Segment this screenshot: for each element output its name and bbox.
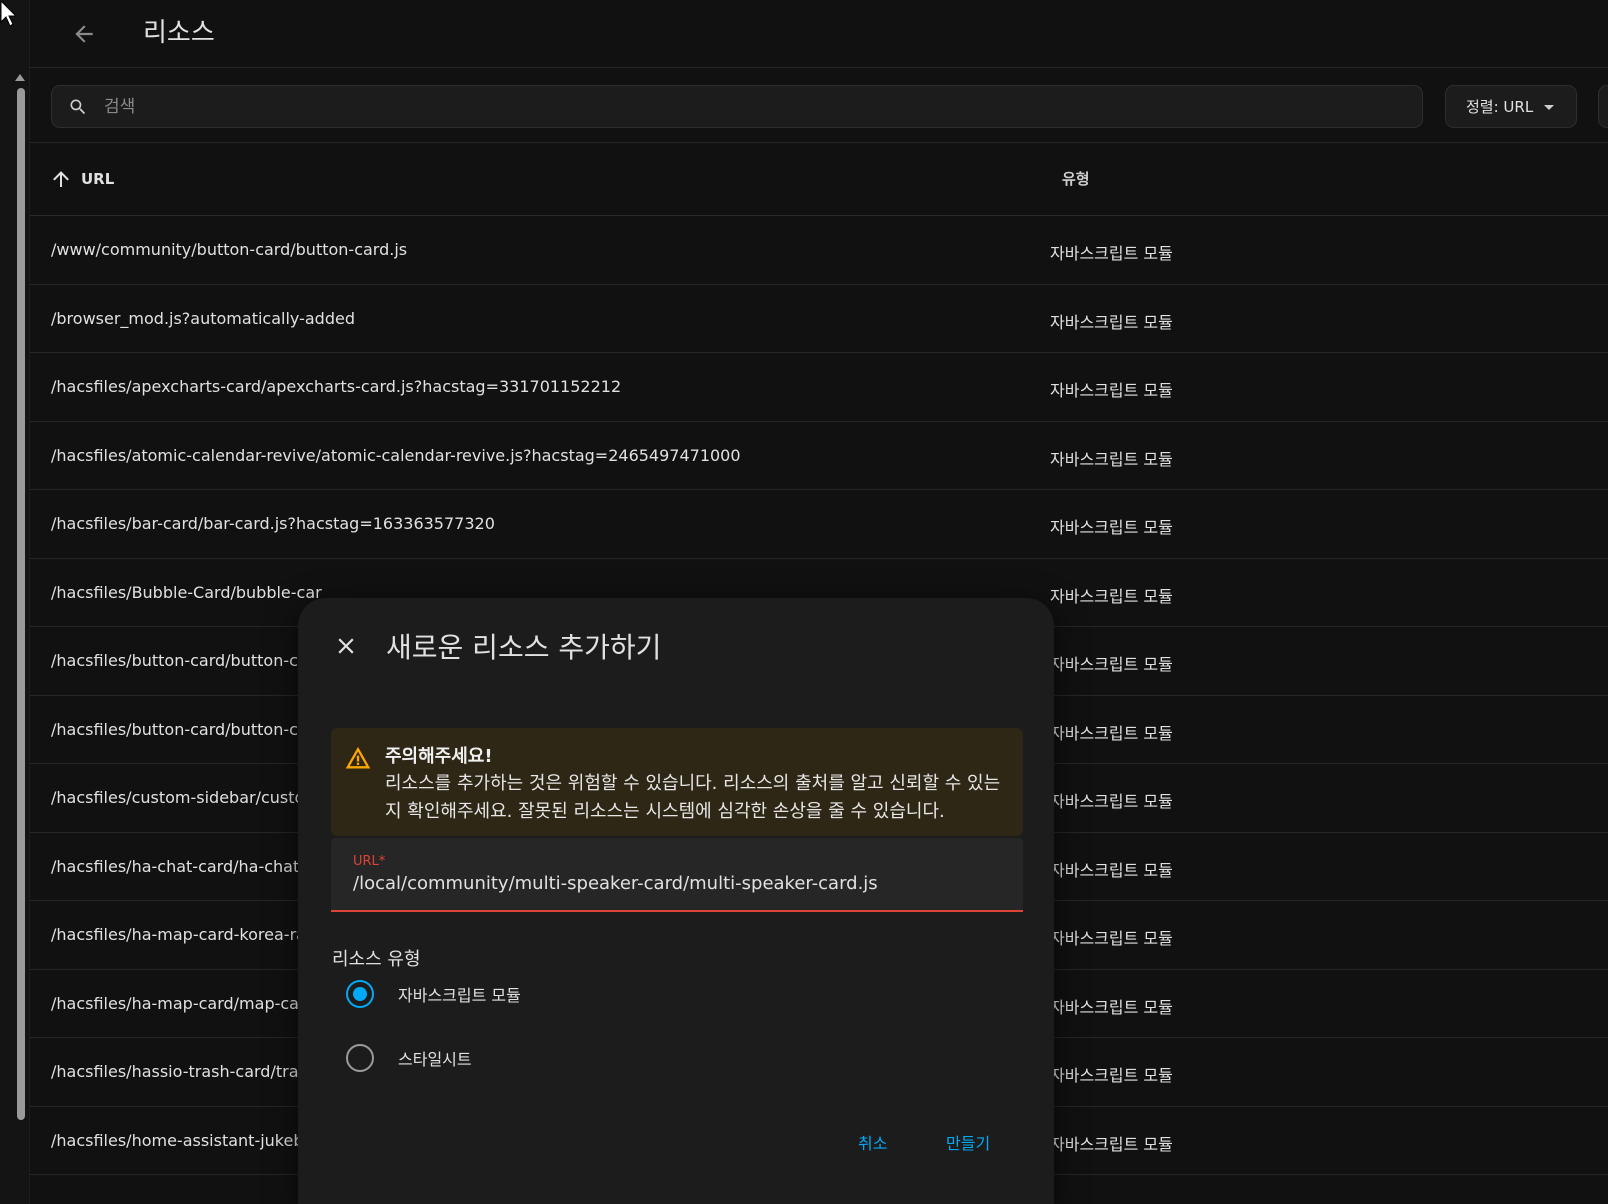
radio-checked-icon[interactable] bbox=[346, 980, 374, 1008]
mouse-cursor-icon bbox=[0, 0, 18, 27]
cell-type: 자바스크립트 모듈 bbox=[1050, 244, 1173, 263]
cell-type: 자바스크립트 모듈 bbox=[1050, 929, 1173, 948]
cell-type: 자바스크립트 모듈 bbox=[1050, 1134, 1173, 1154]
warning-alert: 주의해주세요! 리소스를 추가하는 것은 위험할 수 있습니다. 리소스의 출처… bbox=[331, 728, 1023, 836]
cell-type: 자바스크립트 모듈 bbox=[1050, 655, 1173, 674]
page-title: 리소스 bbox=[143, 18, 215, 48]
cell-type: 자바스크립트 모듈 bbox=[1050, 997, 1173, 1017]
app-window: { "header": { "title": "리소스" }, "search"… bbox=[0, 0, 1608, 1204]
cell-type: 자바스크립트 모듈 bbox=[1050, 518, 1173, 537]
top-app-bar: 리소스 bbox=[30, 0, 1608, 68]
alert-title: 주의해주세요! bbox=[385, 746, 493, 767]
scroll-up-arrow-icon[interactable] bbox=[15, 74, 25, 81]
sort-label: 정렬: URL bbox=[1466, 98, 1534, 116]
radio-unchecked-icon[interactable] bbox=[346, 1044, 374, 1072]
add-resource-dialog: 새로운 리소스 추가하기 주의해주세요! 리소스를 추가하는 것은 위험할 수 … bbox=[298, 598, 1054, 1204]
cell-url: /hacsfiles/custom-sidebar/custo bbox=[51, 788, 305, 807]
cell-type: 자바스크립트 모듈 bbox=[1050, 792, 1173, 811]
filter-bar: 정렬: URL bbox=[30, 69, 1608, 143]
cell-type: 자바스크립트 모듈 bbox=[1050, 312, 1173, 332]
sort-dropdown-button[interactable]: 정렬: URL bbox=[1445, 85, 1577, 128]
cell-url: /browser_mod.js?automatically-added bbox=[51, 308, 355, 328]
cell-type: 자바스크립트 모듈 bbox=[1050, 1066, 1173, 1085]
cell-url: /hacsfiles/ha-map-card/map-car bbox=[51, 993, 306, 1013]
cell-type: 자바스크립트 모듈 bbox=[1050, 586, 1173, 606]
column-header-type[interactable]: 유형 bbox=[1062, 168, 1090, 189]
url-input[interactable] bbox=[353, 873, 1013, 894]
create-button[interactable]: 만들기 bbox=[946, 1130, 990, 1154]
table-row[interactable]: /browser_mod.js?automatically-added 자바스크립… bbox=[30, 285, 1608, 353]
url-field-label: URL* bbox=[353, 854, 386, 869]
caret-down-icon bbox=[1544, 105, 1554, 110]
arrow-left-icon bbox=[75, 25, 93, 43]
back-button[interactable] bbox=[64, 14, 104, 54]
cell-url: /hacsfiles/ha-map-card-korea-rac bbox=[51, 925, 315, 944]
alert-message: 리소스를 추가하는 것은 위험할 수 있습니다. 리소스의 출처를 알고 신뢰할… bbox=[385, 773, 1001, 822]
column-header-url[interactable]: URL bbox=[49, 167, 114, 191]
table-row[interactable]: /hacsfiles/atomic-calendar-revive/atomic… bbox=[30, 422, 1608, 490]
radio-javascript-module[interactable]: 자바스크립트 모듈 bbox=[346, 980, 521, 1008]
page-scrollbar[interactable] bbox=[0, 0, 30, 1204]
close-icon bbox=[338, 638, 354, 654]
radio-label-javascript-module: 자바스크립트 모듈 bbox=[398, 986, 521, 1005]
warning-icon bbox=[345, 746, 371, 769]
cell-type: 자바스크립트 모듈 bbox=[1050, 860, 1173, 880]
cell-url: /hacsfiles/apexcharts-card/apexcharts-ca… bbox=[51, 377, 622, 396]
cell-url: /hacsfiles/atomic-calendar-revive/atomic… bbox=[51, 445, 741, 465]
cell-url: /hacsfiles/home-assistant-jukeb bbox=[51, 1130, 304, 1150]
scrollbar-thumb[interactable] bbox=[17, 88, 25, 1120]
cell-url: /hacsfiles/Bubble-Card/bubble-car bbox=[51, 582, 322, 602]
cell-type: 자바스크립트 모듈 bbox=[1050, 449, 1173, 469]
radio-dot bbox=[353, 987, 367, 1001]
cell-type: 자바스크립트 모듈 bbox=[1050, 381, 1173, 400]
search-box[interactable] bbox=[51, 85, 1423, 128]
table-row[interactable]: /hacsfiles/bar-card/bar-card.js?hacstag=… bbox=[30, 490, 1608, 559]
arrow-up-icon bbox=[53, 171, 69, 187]
cell-url: /hacsfiles/bar-card/bar-card.js?hacstag=… bbox=[51, 514, 495, 533]
close-dialog-button[interactable] bbox=[330, 630, 362, 662]
dialog-title: 새로운 리소스 추가하기 bbox=[386, 631, 662, 664]
column-header-url-label: URL bbox=[81, 170, 115, 188]
url-field[interactable]: URL* bbox=[331, 838, 1023, 912]
cell-url: /hacsfiles/button-card/button-ca bbox=[51, 651, 308, 670]
table-row[interactable]: /www/community/button-card/button-card.j… bbox=[30, 216, 1608, 285]
radio-stylesheet[interactable]: 스타일시트 bbox=[346, 1044, 472, 1072]
table-header: URL 유형 bbox=[30, 144, 1608, 216]
resource-type-label: 리소스 유형 bbox=[332, 949, 421, 970]
search-icon bbox=[70, 99, 86, 115]
group-button-edge[interactable] bbox=[1598, 85, 1608, 128]
search-input[interactable] bbox=[104, 94, 1404, 120]
cell-url: /hacsfiles/hassio-trash-card/tras bbox=[51, 1062, 307, 1081]
radio-label-stylesheet: 스타일시트 bbox=[398, 1050, 472, 1069]
table-row[interactable]: /hacsfiles/apexcharts-card/apexcharts-ca… bbox=[30, 353, 1608, 422]
cell-type: 자바스크립트 모듈 bbox=[1050, 723, 1173, 743]
cell-url: /hacsfiles/ha-chat-card/ha-chat- bbox=[51, 856, 306, 876]
cancel-button[interactable]: 취소 bbox=[858, 1130, 887, 1154]
cell-url: /www/community/button-card/button-card.j… bbox=[51, 240, 408, 259]
cell-url: /hacsfiles/button-card/button-ca bbox=[51, 719, 308, 739]
